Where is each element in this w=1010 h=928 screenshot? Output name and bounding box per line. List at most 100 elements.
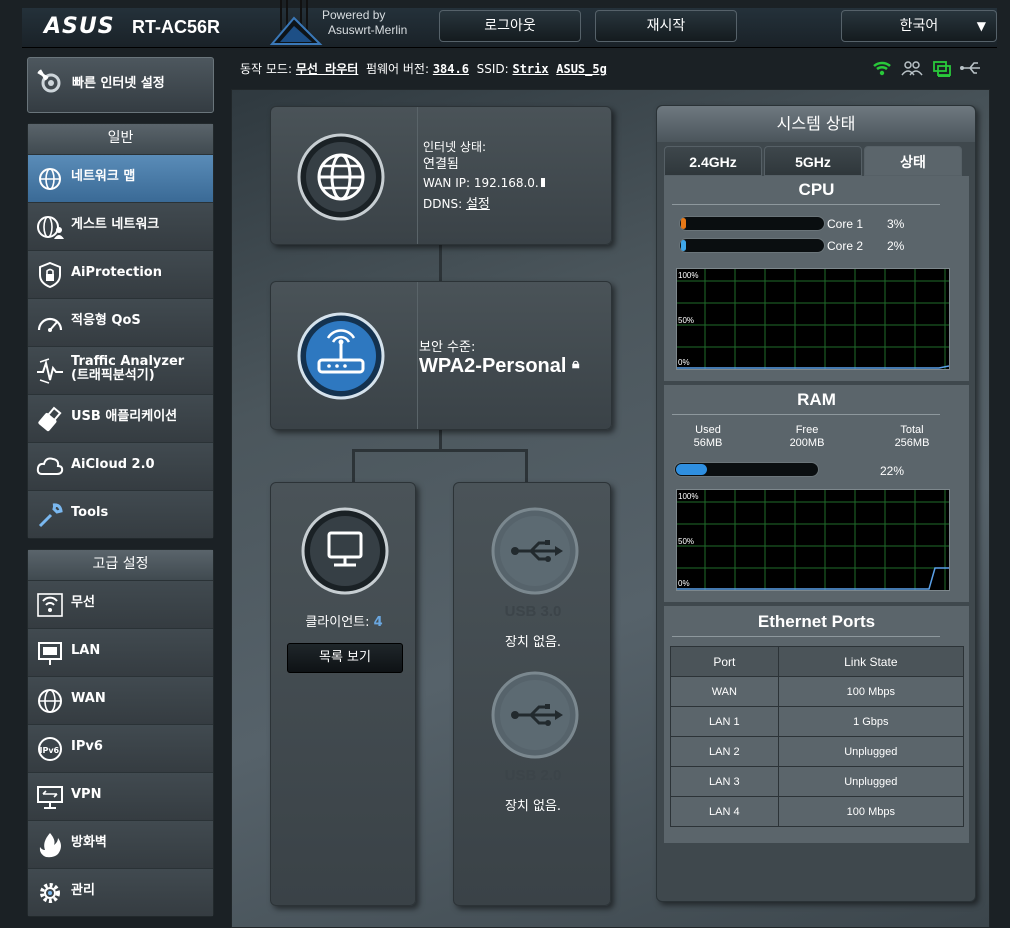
usb-status-icon[interactable]: [960, 62, 980, 74]
client-monitor-icon[interactable]: [301, 507, 389, 595]
clients-count[interactable]: 4: [374, 615, 383, 630]
wan-ip-label: WAN IP:: [423, 176, 471, 190]
shield-icon: [36, 261, 64, 289]
usb2-status: 장치 없음.: [504, 799, 562, 814]
sidebar-item-label: 방화벽: [71, 836, 107, 850]
ddns-label: DDNS:: [423, 197, 463, 211]
cpu-core2-fill: [681, 240, 686, 251]
ddns-setup-link[interactable]: 설정: [466, 197, 490, 212]
cpu-usage-graph: 100% 50% 0%: [676, 268, 950, 370]
firmware-version-link[interactable]: 384.6: [433, 62, 469, 76]
ram-percent: 22%: [880, 464, 905, 478]
link-state: 1 Gbps: [777, 706, 965, 737]
sidebar-item-wrench[interactable]: Tools: [28, 490, 213, 538]
wifi-status-icon[interactable]: [873, 61, 891, 76]
usb-card: USB 3.0 장치 없음. USB 2.0 장치 없음.: [453, 482, 611, 906]
ssid-link-2[interactable]: ASUS_5g: [556, 62, 607, 76]
ram-used-value: 56MB: [693, 437, 723, 449]
sidebar-item-network-map[interactable]: 네트워크 맵: [28, 154, 213, 202]
sidebar-item-pulse[interactable]: Traffic Analyzer (트래픽분석기): [28, 346, 213, 394]
router-model: RT-AC56R: [132, 17, 221, 37]
tab-5ghz[interactable]: 5GHz: [764, 146, 862, 176]
sidebar-item-label-text: WAN: [71, 691, 106, 706]
lan-status-icon[interactable]: [933, 61, 951, 77]
sidebar-item-usb[interactable]: USB 애플리케이션: [28, 394, 213, 442]
internet-card[interactable]: 인터넷 상태: 연결됨 WAN IP: 192.168.0. DDNS: 설정: [270, 106, 612, 245]
connector-line: [525, 449, 528, 482]
sidebar-item-label-text: LAN: [71, 643, 101, 658]
sidebar-item-label: AiCloud 2.0: [71, 458, 155, 472]
text-cursor: [540, 178, 545, 187]
sidebar-item-label-text: AiProtection: [71, 265, 162, 280]
sidebar-item-guest-network[interactable]: 게스트 네트워크: [28, 202, 213, 250]
cpu-core1-percent: 3%: [887, 217, 905, 231]
ipv6-icon: IPv6: [36, 736, 64, 762]
sidebar-item-label: WAN: [71, 692, 106, 706]
pulse-icon: [36, 358, 64, 384]
asus-logo: ASUS: [44, 14, 115, 39]
sidebar-item-globe[interactable]: WAN: [28, 676, 213, 724]
language-select[interactable]: 한국어 ▼: [841, 10, 997, 42]
reboot-button[interactable]: 재시작: [595, 10, 737, 42]
language-value: 한국어: [899, 18, 939, 34]
router-image-icon: [269, 0, 323, 45]
sidebar-item-cloud[interactable]: AiCloud 2.0: [28, 442, 213, 490]
operation-mode-link[interactable]: 무선 라우터: [296, 62, 358, 76]
lock-icon: 🔒︎: [572, 355, 580, 371]
ram-used: Used 56MB: [673, 424, 743, 450]
clients-status-icon[interactable]: [901, 61, 923, 76]
internet-status-info: 인터넷 상태: 연결됨 WAN IP: 192.168.0. DDNS: 설정: [423, 139, 545, 213]
link-state-header: Link State: [777, 646, 965, 677]
sidebar-item-wireless[interactable]: 무선: [28, 580, 213, 628]
ram-usage-bar: [674, 462, 819, 477]
sidebar-item-lan[interactable]: LAN: [28, 628, 213, 676]
sidebar-item-label-text: 방화벽: [71, 835, 107, 850]
sidebar-item-label: 게스트 네트워크: [71, 218, 159, 232]
usb2-icon[interactable]: [491, 671, 579, 759]
clients-label: 클라이언트:: [305, 615, 370, 630]
graph-label-50: 50%: [678, 537, 695, 546]
ssid-link-1[interactable]: Strix: [512, 62, 548, 76]
router-card[interactable]: 보안 수준: WPA2-Personal 🔒︎: [270, 281, 612, 430]
clients-card[interactable]: 클라이언트: 4 목록 보기: [270, 482, 416, 906]
tab-status[interactable]: 상태: [864, 146, 962, 176]
cpu-core1-label: Core 1: [827, 217, 864, 231]
ram-total: Total 256MB: [877, 424, 947, 450]
sidebar-item-label-text: 게스트 네트워크: [71, 217, 160, 232]
gauge-icon: [36, 310, 64, 336]
gear-icon: [36, 880, 64, 906]
svg-text:IPv6: IPv6: [40, 746, 60, 755]
sidebar-item-gauge[interactable]: 적응형 QoS: [28, 298, 213, 346]
cpu-core2-bar: [679, 238, 825, 253]
usb3-icon[interactable]: [491, 507, 579, 595]
status-icons: [873, 61, 980, 77]
sidebar-item-ipv6[interactable]: IPv6 IPv6: [28, 724, 213, 772]
ram-free: Free 200MB: [772, 424, 842, 450]
ram-title: RAM: [797, 390, 836, 409]
quick-internet-setup-button[interactable]: 빠른 인터넷 설정: [27, 57, 214, 113]
globe-icon[interactable]: [297, 133, 385, 221]
system-status-body: CPU Core 1 3% Core 2 2% 100% 50% 0% RAM …: [664, 176, 969, 843]
security-mode: WPA2-Personal: [419, 355, 567, 377]
logout-button[interactable]: 로그아웃: [439, 10, 581, 42]
sidebar-item-vpn[interactable]: VPN: [28, 772, 213, 820]
usage-line: [677, 365, 949, 369]
ethernet-port-row: LAN 2 Unplugged: [670, 736, 965, 767]
usb-icon: [36, 406, 64, 432]
tab-2-4ghz[interactable]: 2.4GHz: [664, 146, 762, 176]
sidebar-item-gear[interactable]: 관리: [28, 868, 213, 916]
wireless-router-icon[interactable]: [297, 312, 385, 400]
sidebar-item-shield[interactable]: AiProtection: [28, 250, 213, 298]
wan-ip-value: 192.168.0.: [473, 176, 539, 190]
lan-icon: [36, 640, 64, 666]
ram-usage-graph: 100% 50% 0%: [676, 489, 950, 591]
globe-icon: [36, 688, 64, 714]
view-list-button[interactable]: 목록 보기: [287, 643, 403, 673]
sidebar-item-fire[interactable]: 방화벽: [28, 820, 213, 868]
ethernet-ports-table: Port Link State WAN 100 Mbps LAN 11 Gbps LA…: [670, 646, 965, 827]
port-name: LAN 2: [670, 736, 779, 767]
sidebar-item-label-text: USB 애플리케이션: [71, 409, 178, 424]
port-name: LAN 3: [670, 766, 779, 797]
advanced-menu-title: 고급 설정: [28, 550, 213, 580]
divider: [672, 204, 940, 205]
